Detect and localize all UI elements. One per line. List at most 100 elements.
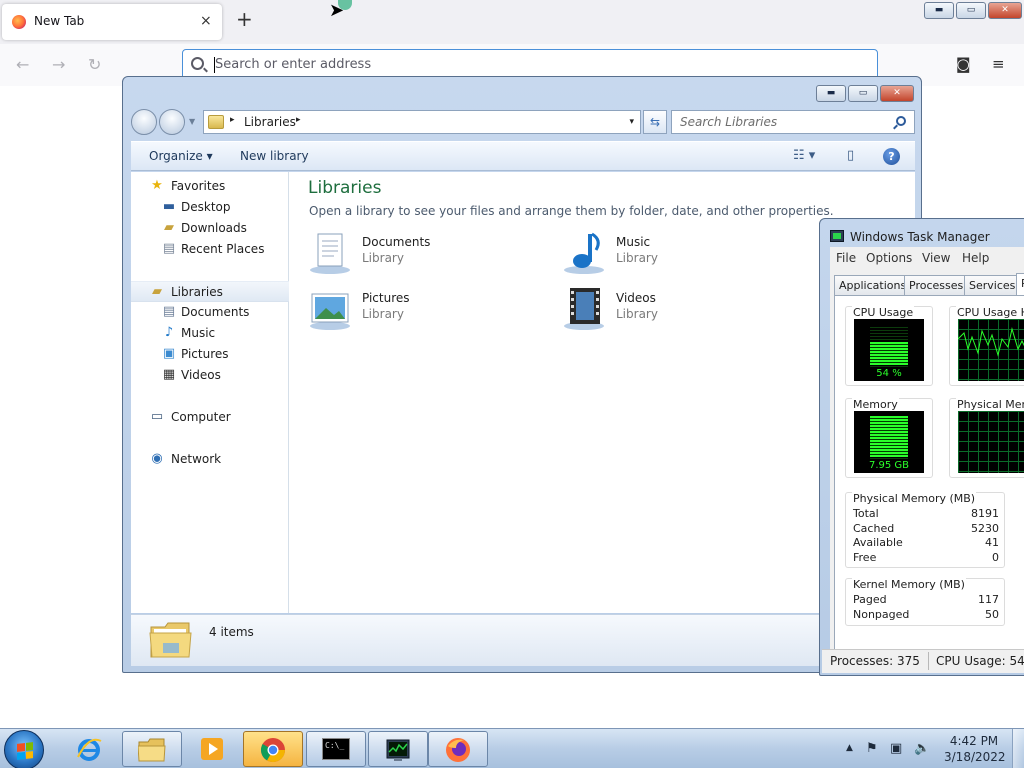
close-tab-icon[interactable]: ×	[200, 13, 212, 29]
tab-applications[interactable]: Applications	[834, 275, 912, 295]
nav-item-music[interactable]: ♪ Music	[131, 323, 289, 344]
physical-memory-history-graph	[958, 411, 1024, 473]
computer-icon: ▭	[150, 409, 164, 424]
taskbar-task-manager[interactable]	[368, 731, 428, 767]
tab-new-tab[interactable]: New Tab ×	[2, 4, 222, 40]
close-button[interactable]: ✕	[880, 85, 914, 102]
firefox-tab-strip: New Tab × + ▬ ▭ ✕	[0, 0, 1024, 44]
back-icon[interactable]: ←	[16, 55, 29, 74]
clock-time: 4:42 PM	[949, 734, 999, 748]
help-icon[interactable]: ?	[883, 148, 900, 165]
cpu-usage-meter: 54 %	[854, 319, 924, 381]
recent-pages-dropdown-icon[interactable]: ▼	[189, 117, 195, 126]
library-tile-documents[interactable]: Documents Library	[308, 230, 538, 278]
stat-value: 0	[992, 551, 999, 564]
taskbar-internet-explorer[interactable]	[60, 731, 120, 767]
nav-item-pictures[interactable]: ▣ Pictures	[131, 344, 289, 365]
address-dropdown-icon[interactable]: ▾	[629, 117, 634, 127]
documents-icon: ▤	[162, 304, 176, 319]
reload-icon[interactable]: ↻	[88, 55, 101, 74]
menu-view[interactable]: View	[922, 251, 950, 265]
documents-library-icon	[310, 233, 350, 274]
stat-label: Free	[853, 551, 877, 564]
cpu-usage-value: 54 %	[876, 368, 902, 379]
page-subtitle: Open a library to see your files and arr…	[309, 204, 834, 218]
new-library-button[interactable]: New library	[240, 149, 309, 163]
firefox-icon	[12, 15, 26, 29]
nav-label: Documents	[181, 305, 250, 319]
refresh-button[interactable]: ⇆	[643, 110, 667, 134]
maximize-button[interactable]: ▭	[848, 85, 878, 102]
nav-item-desktop[interactable]: ▬ Desktop	[131, 197, 289, 218]
libraries-icon: ▰	[152, 284, 162, 299]
item-count: 4 items	[209, 625, 254, 639]
search-input[interactable]: Search Libraries	[671, 110, 915, 134]
volume-icon[interactable]: 🔈	[914, 741, 930, 756]
organize-button[interactable]: Organize ▾	[149, 149, 213, 163]
minimize-button[interactable]: ▬	[816, 85, 846, 102]
network-tray-icon[interactable]: ▣	[890, 741, 902, 756]
taskbar-windows-explorer[interactable]	[122, 731, 182, 767]
library-name: Documents	[362, 235, 431, 249]
menu-icon[interactable]: ≡	[992, 55, 1005, 73]
stat-row: Cached 5230	[853, 522, 999, 535]
forward-icon[interactable]: →	[52, 55, 65, 74]
action-center-flag-icon[interactable]: ⚑	[866, 741, 878, 756]
preview-pane-icon[interactable]: ▯	[847, 148, 854, 163]
nav-item-favorites[interactable]: ★ Favorites	[131, 176, 289, 197]
minimize-button[interactable]: ▬	[924, 2, 954, 19]
tab-processes[interactable]: Processes	[904, 275, 969, 295]
menu-help[interactable]: Help	[962, 251, 989, 265]
library-tile-music[interactable]: Music Library	[562, 230, 792, 278]
nav-item-network[interactable]: ◉ Network	[131, 449, 289, 470]
show-desktop-button[interactable]	[1012, 729, 1024, 768]
new-tab-button[interactable]: +	[236, 9, 253, 29]
tab-services[interactable]: Services	[964, 275, 1021, 295]
network-icon: ◉	[151, 451, 163, 466]
search-icon	[191, 57, 204, 70]
stat-row: Nonpaged 50	[853, 608, 999, 621]
pocket-icon[interactable]: ◙	[956, 55, 971, 73]
taskbar-chrome[interactable]	[243, 731, 303, 767]
breadcrumb-separator[interactable]: ▸	[230, 115, 235, 125]
nav-item-recent-places[interactable]: ▤ Recent Places	[131, 239, 289, 260]
nav-label: Favorites	[171, 179, 226, 193]
search-icon[interactable]	[896, 116, 906, 126]
forward-button[interactable]	[159, 109, 185, 135]
start-button[interactable]	[4, 730, 44, 768]
nav-item-videos[interactable]: ▦ Videos	[131, 365, 289, 386]
menu-file[interactable]: File	[836, 251, 856, 265]
menu-options[interactable]: Options	[866, 251, 912, 265]
close-button[interactable]: ✕	[988, 2, 1022, 19]
nav-label: Libraries	[171, 285, 223, 299]
taskbar-firefox[interactable]	[428, 731, 488, 767]
breadcrumb-separator[interactable]: ▸	[296, 115, 301, 125]
physical-memory-group: Physical Memory (MB) Total 8191 Cached 523…	[845, 492, 1005, 568]
address-bar[interactable]: ▸ Libraries ▸ ▾	[203, 110, 641, 134]
explorer-body: ★ Favorites ▬ Desktop ▰ Downloads ▤ Rece…	[131, 172, 915, 613]
back-button[interactable]	[131, 109, 157, 135]
nav-item-computer[interactable]: ▭ Computer	[131, 407, 289, 428]
task-manager-icon	[830, 230, 844, 242]
music-library-icon	[564, 232, 604, 274]
taskbar-command-prompt[interactable]: C:\_	[306, 731, 366, 767]
show-hidden-icons-button[interactable]: ▲	[846, 743, 853, 753]
maximize-button[interactable]: ▭	[956, 2, 986, 19]
library-tile-videos[interactable]: Videos Library	[562, 286, 792, 334]
nav-item-documents[interactable]: ▤ Documents	[131, 302, 289, 323]
stat-value: 50	[985, 608, 999, 621]
stat-label: Cached	[853, 522, 895, 535]
search-placeholder: Search Libraries	[680, 115, 778, 129]
breadcrumb-libraries[interactable]: Libraries	[244, 115, 296, 129]
performance-tab-content: CPU Usage 54 % CPU Usage H Memory 7.95 G…	[834, 295, 1024, 650]
group-label: Physical Mem	[956, 398, 1024, 411]
tab-performance[interactable]: P	[1016, 273, 1024, 295]
meter-fill	[870, 416, 908, 457]
system-clock[interactable]: 4:42 PM 3/18/2022	[944, 733, 1006, 765]
memory-meter: 7.95 GB	[854, 411, 924, 473]
nav-item-libraries[interactable]: ▰ Libraries	[131, 281, 289, 302]
taskbar-media-player[interactable]	[183, 731, 243, 767]
library-tile-pictures[interactable]: Pictures Library	[308, 286, 538, 334]
nav-item-downloads[interactable]: ▰ Downloads	[131, 218, 289, 239]
change-view-icon[interactable]: ☷ ▾	[793, 148, 815, 163]
